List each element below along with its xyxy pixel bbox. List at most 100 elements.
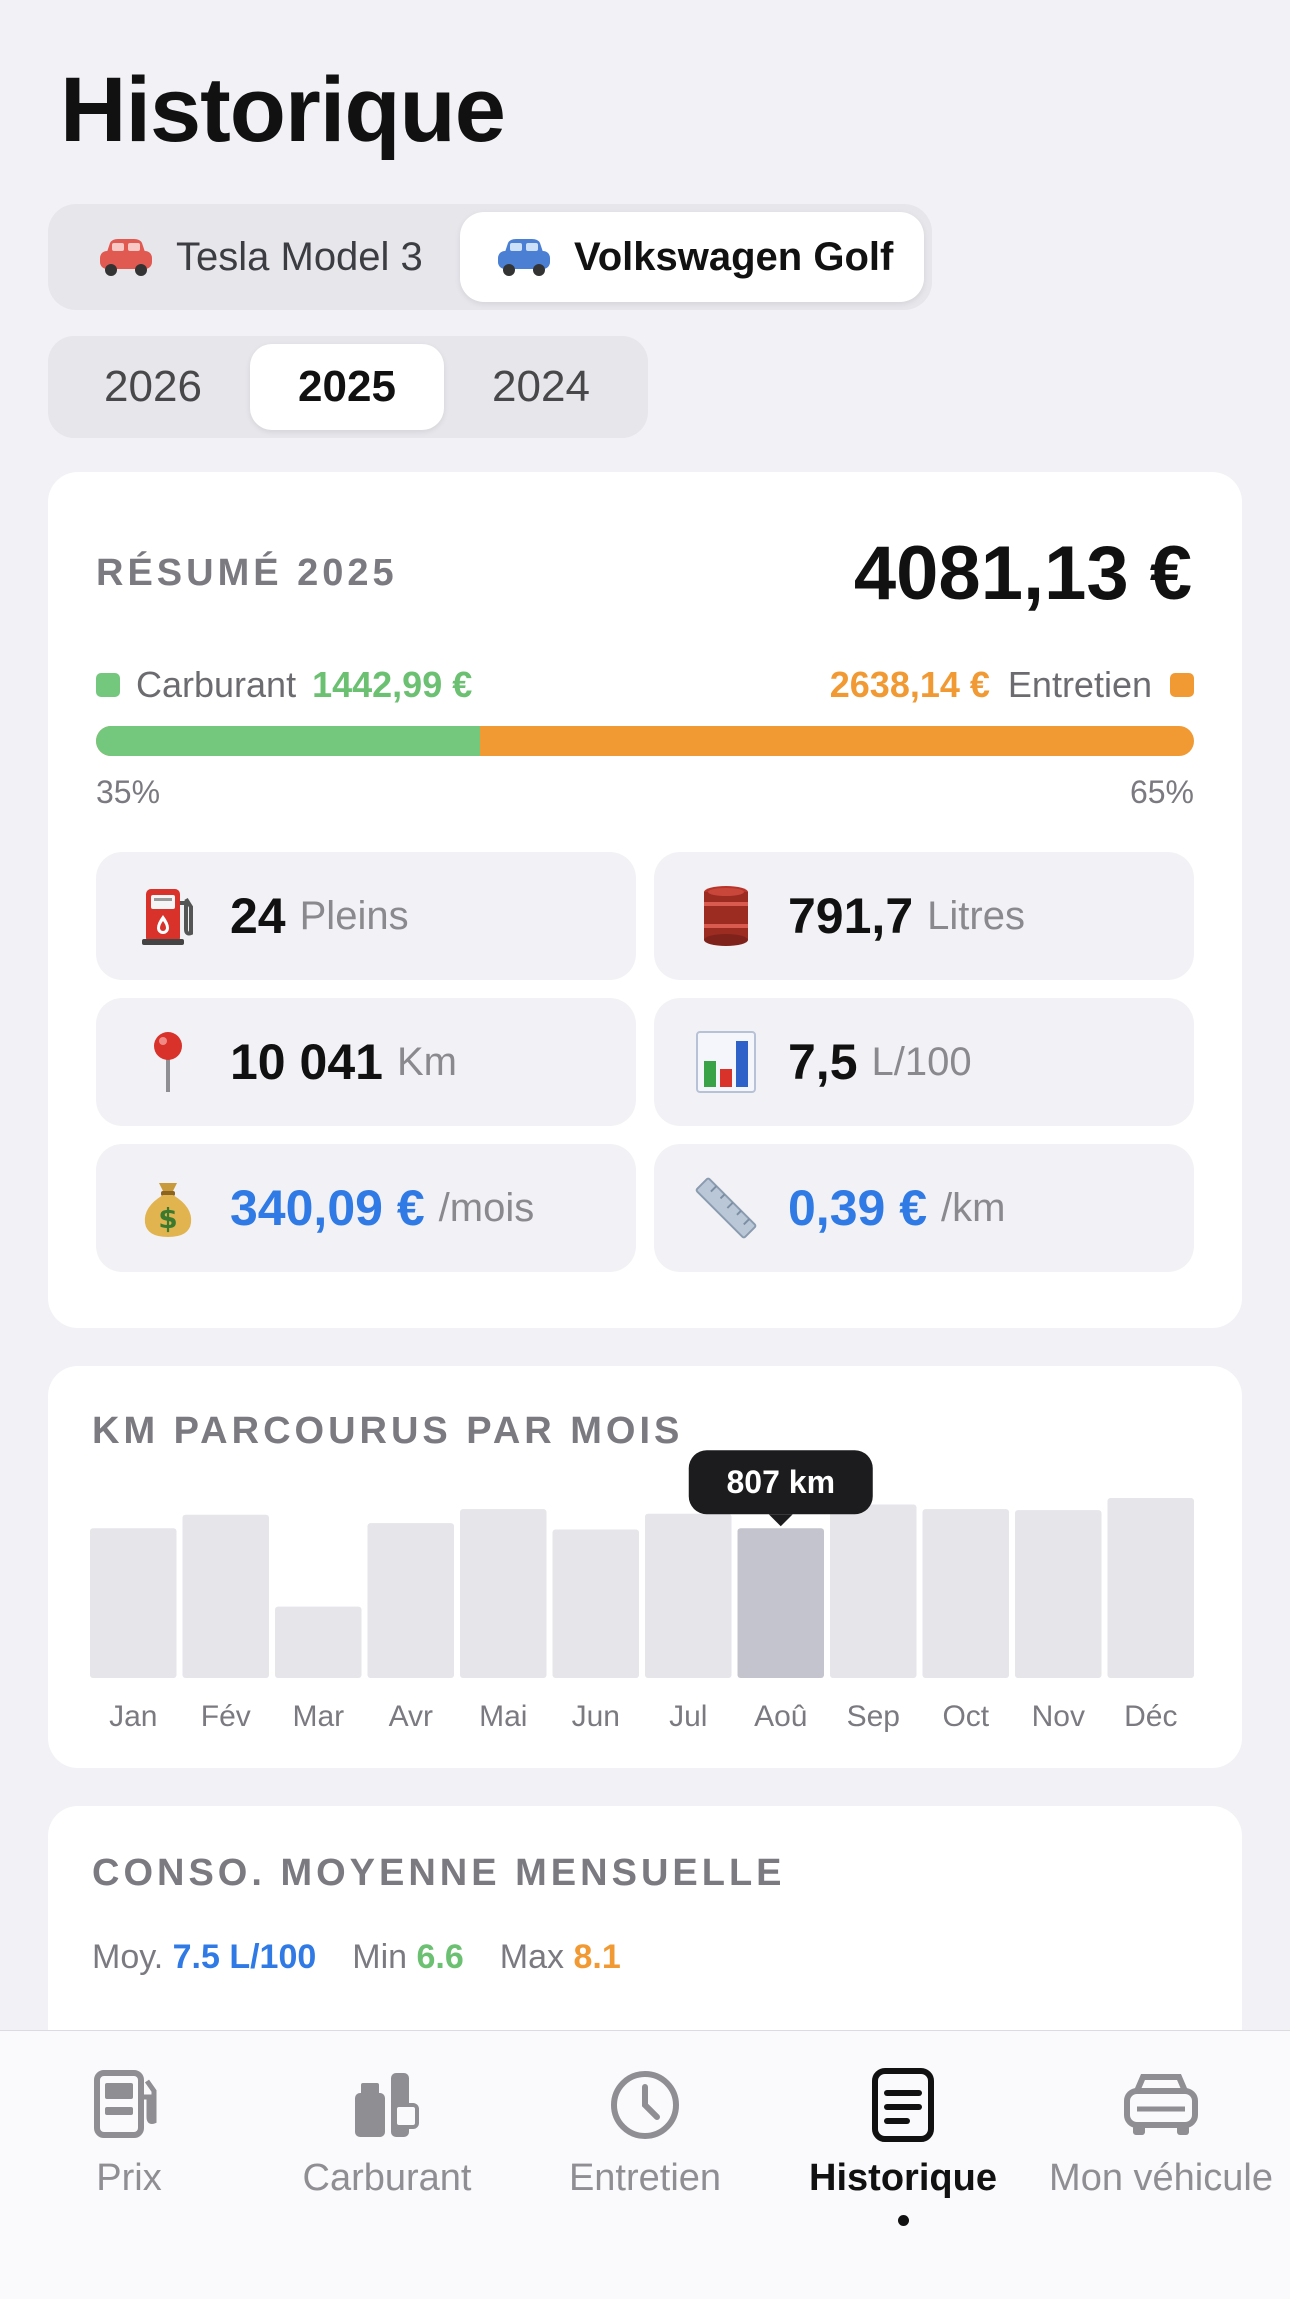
car-icon xyxy=(100,239,152,276)
tab-prix[interactable]: Prix xyxy=(0,2031,258,2299)
stat-unit: /km xyxy=(941,1185,1006,1230)
clock-icon xyxy=(611,2071,679,2139)
oil-barrel-icon xyxy=(694,884,758,948)
chart-tick-label: Sep xyxy=(847,1700,900,1733)
maintenance-legend-label: Entretien xyxy=(1007,664,1152,705)
km-bar-chart: Jan Fév Mar Avr Mai Jun Jul Aoû Sep Oct Nov Déc 807 … xyxy=(90,1450,1195,1733)
fuel-percent: 35% xyxy=(96,774,161,810)
min-value: 6.6 xyxy=(416,1938,464,1976)
chart-bar-Mai[interactable] xyxy=(460,1509,547,1678)
chart-tick-label: Jun xyxy=(572,1700,620,1733)
km-chart-card: KM PARCOURUS PAR MOIS Jan Fév Mar Avr Mai Jun… xyxy=(48,1366,1242,1768)
chart-bar-Déc[interactable] xyxy=(1107,1498,1195,1678)
chart-tick-label: Jan xyxy=(109,1700,157,1733)
chart-bar-Sep[interactable] xyxy=(830,1504,917,1679)
chart-bar-Jan[interactable] xyxy=(90,1528,177,1678)
min-label: Min xyxy=(352,1938,408,1976)
tab-label: Prix xyxy=(96,2157,162,2199)
chart-tick-label: Mar xyxy=(292,1700,344,1733)
stat-unit: Km xyxy=(396,1039,457,1084)
pushpin-icon xyxy=(136,1030,200,1094)
vehicle-option-label: Tesla Model 3 xyxy=(176,234,423,279)
stat-value: 791,7 xyxy=(788,888,914,944)
chart-tick-label: Oct xyxy=(942,1700,989,1733)
summary-label: RÉSUMÉ 2025 xyxy=(96,552,398,594)
chart-tick-label: Aoû xyxy=(754,1700,807,1733)
max-value: 8.1 xyxy=(573,1938,621,1976)
chart-bar-Nov[interactable] xyxy=(1015,1510,1102,1678)
vehicle-option-golf[interactable]: Volkswagen Golf xyxy=(460,212,924,302)
year-option-2025[interactable]: 2025 xyxy=(250,344,444,430)
maintenance-percent: 65% xyxy=(1129,774,1194,810)
stat-consumption: 7,5 L/100 xyxy=(654,998,1194,1126)
year-option-2024[interactable]: 2024 xyxy=(444,344,638,430)
car-icon xyxy=(498,239,550,276)
tab-bar: Prix Carburant Entretien Historique Mon … xyxy=(0,2030,1290,2299)
vehicle-option-label: Volkswagen Golf xyxy=(574,234,894,279)
tab-mon-vehicule[interactable]: Mon véhicule xyxy=(1032,2031,1290,2299)
avg-label: Moy. xyxy=(92,1938,164,1976)
chart-bar-Jun[interactable] xyxy=(552,1529,640,1679)
summary-card: RÉSUMÉ 2025 4081,13 € Carburant 1442,99 … xyxy=(48,472,1242,1328)
chart-tick-label: Avr xyxy=(389,1700,433,1733)
car-icon xyxy=(1124,2074,1198,2135)
year-option-2026[interactable]: 2026 xyxy=(56,344,250,430)
fuel-legend: Carburant 1442,99 € xyxy=(96,664,472,706)
money-bag-icon: $ xyxy=(136,1176,200,1240)
fuel-legend-label: Carburant xyxy=(136,664,297,705)
fuel-pump-icon xyxy=(136,884,200,948)
fuel-legend-value: 1442,99 € xyxy=(312,664,473,705)
active-tab-indicator xyxy=(897,2215,909,2226)
chart-bar-Mar[interactable] xyxy=(275,1606,362,1678)
fuel-station-icon xyxy=(94,2070,157,2138)
year-selector: 2026 2025 2024 xyxy=(48,336,648,438)
chart-tick-label: Fév xyxy=(201,1700,251,1733)
stat-unit: Pleins xyxy=(299,893,409,938)
tab-carburant[interactable]: Carburant xyxy=(258,2031,516,2299)
stat-value: 10 041 xyxy=(230,1034,383,1090)
stat-unit: /mois xyxy=(438,1185,535,1230)
chart-tick-label: Mai xyxy=(479,1700,527,1733)
tab-entretien[interactable]: Entretien xyxy=(516,2031,774,2299)
chart-bar-Jul[interactable] xyxy=(645,1513,732,1678)
stat-value: 24 xyxy=(230,888,286,944)
ruler-icon xyxy=(694,1176,758,1240)
tab-label: Historique xyxy=(809,2157,997,2199)
stat-value: 0,39 € xyxy=(788,1180,928,1236)
summary-total: 4081,13 € xyxy=(853,531,1192,616)
stat-unit: L/100 xyxy=(871,1039,972,1084)
consumption-title: CONSO. MOYENNE MENSUELLE xyxy=(92,1852,786,1894)
tab-label: Entretien xyxy=(568,2157,722,2199)
maintenance-legend-value: 2638,14 € xyxy=(829,664,990,705)
consumption-stats: Moy. 7.5 L/100 Min 6.6 Max 8.1 xyxy=(92,1938,621,1977)
consumption-max: Max 8.1 xyxy=(500,1938,621,1977)
tab-label: Mon véhicule xyxy=(1049,2157,1273,2199)
chart-bar-Oct[interactable] xyxy=(922,1509,1010,1678)
vehicle-option-tesla[interactable]: Tesla Model 3 xyxy=(56,212,460,302)
max-label: Max xyxy=(499,1938,565,1976)
stat-cost-per-km: 0,39 € /km xyxy=(654,1144,1194,1272)
vehicle-selector: Tesla Model 3 Volkswagen Golf xyxy=(48,204,932,310)
avg-value: 7.5 L/100 xyxy=(172,1938,317,1976)
stat-distance: 10 041 Km xyxy=(96,998,636,1126)
tab-historique[interactable]: Historique xyxy=(774,2031,1032,2299)
chart-tick-label: Nov xyxy=(1032,1700,1085,1733)
chart-tick-label: Déc xyxy=(1124,1700,1177,1733)
cost-split-bar xyxy=(96,726,1194,756)
chart-bar-Fév[interactable] xyxy=(182,1514,270,1678)
svg-text:$: $ xyxy=(158,1202,177,1235)
maintenance-legend-swatch xyxy=(1170,673,1194,697)
tab-label: Carburant xyxy=(302,2157,472,2199)
consumption-min: Min 6.6 xyxy=(352,1938,464,1977)
page-title: Historique xyxy=(60,59,506,161)
stat-value: 7,5 xyxy=(788,1034,858,1090)
fuel-share-fill xyxy=(96,726,481,756)
chart-bar-Avr[interactable] xyxy=(367,1523,455,1678)
maintenance-legend: 2638,14 € Entretien xyxy=(830,664,1194,706)
chart-bar-Aoû[interactable] xyxy=(737,1528,825,1678)
stat-unit: Litres xyxy=(927,893,1025,938)
stat-monthly-cost: $ 340,09 € /mois xyxy=(96,1144,636,1272)
consumption-avg: Moy. 7.5 L/100 xyxy=(92,1938,316,1977)
fuel-can-icon xyxy=(355,2073,419,2137)
fuel-legend-swatch xyxy=(96,673,120,697)
